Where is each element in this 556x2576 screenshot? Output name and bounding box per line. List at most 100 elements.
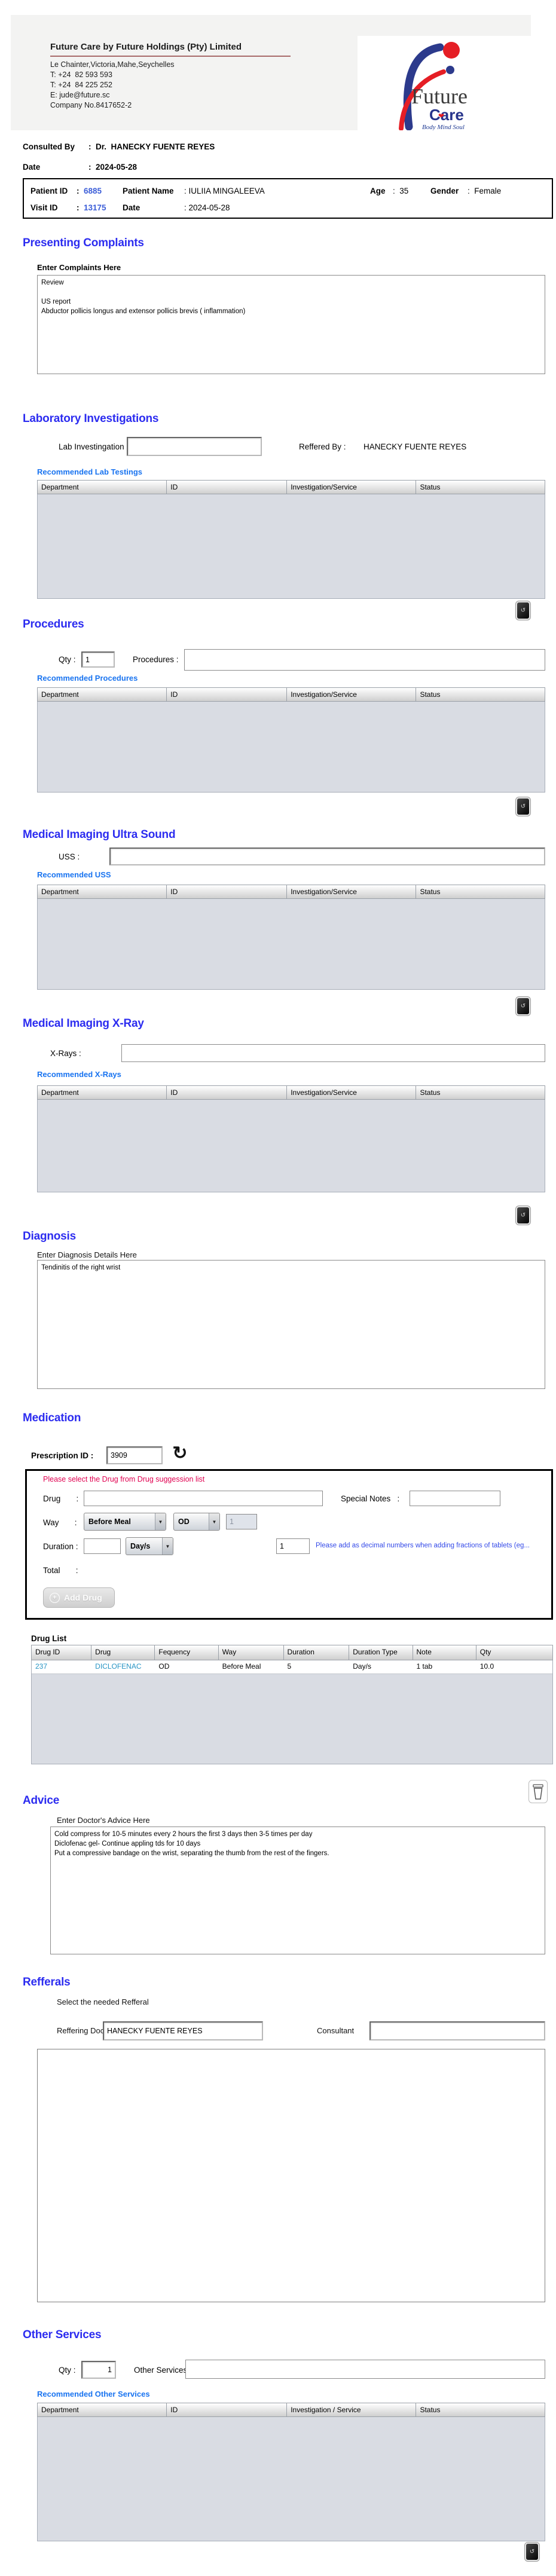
delete-procedures-icon[interactable]: ↺ [515, 797, 531, 816]
col-id: ID [167, 885, 288, 898]
gender-value: : Female [468, 186, 502, 195]
col-investigation: Investigation / Service [287, 2403, 417, 2416]
gender-label: Gender [430, 186, 459, 195]
way-label: Way : [43, 1518, 77, 1527]
title-underline [50, 56, 291, 57]
frequency-select-value: OD [178, 1518, 190, 1526]
add-drug-button[interactable]: + Add Drug [43, 1587, 115, 1608]
consult-date-value: : 2024-05-28 [88, 163, 138, 172]
os-qty-input[interactable] [81, 2361, 116, 2379]
special-notes-input[interactable] [410, 1491, 500, 1506]
advice-textarea[interactable]: Cold compress for 10-5 minutes every 2 h… [50, 1827, 545, 1954]
age-label: Age [370, 186, 386, 195]
os-qty-label: Qty : [59, 2366, 76, 2375]
consult-date-label: Date [23, 163, 41, 172]
trash-glyph: ↺ [520, 1211, 526, 1219]
way-select[interactable]: Before Meal ▼ [84, 1513, 166, 1531]
decimal-note: Please add as decimal numbers when addin… [316, 1542, 530, 1549]
col-id: ID [167, 688, 288, 701]
complaints-textarea[interactable]: Review US report Abductor pollicis longu… [37, 275, 545, 374]
recommended-procedures-link[interactable]: Recommended Procedures [37, 674, 138, 683]
procedures-table-header: Department ID Investigation/Service Stat… [37, 687, 545, 702]
patient-id-label: Patient ID [30, 186, 68, 195]
drug-table-row[interactable]: 237 DICLOFENAC OD Before Meal 5 Day/s 1 … [32, 1660, 552, 1674]
os-label: Other Services : [134, 2366, 192, 2375]
refferal-list-box[interactable] [37, 2049, 545, 2302]
complaints-label: Enter Complaints Here [37, 263, 121, 272]
os-input[interactable] [185, 2360, 545, 2379]
procedures-qty-label: Qty : [59, 655, 76, 664]
cell-drug-id[interactable]: 237 [32, 1660, 91, 1674]
cell-drug[interactable]: DICLOFENAC [91, 1660, 155, 1674]
col-way: Way [219, 1645, 284, 1660]
trash-glyph: ↺ [520, 1002, 526, 1009]
col-department: Department [38, 481, 167, 494]
section-medication: Medication [23, 1412, 81, 1424]
company-email: E: jude@future.sc [50, 91, 110, 99]
reffering-doctor-input[interactable] [103, 2021, 263, 2040]
section-procedures: Procedures [23, 618, 84, 631]
delete-xray-icon[interactable]: ↺ [515, 1206, 531, 1225]
prescription-id-input[interactable] [106, 1446, 163, 1464]
col-duration-type: Duration Type [349, 1645, 413, 1660]
duration-input[interactable] [84, 1538, 121, 1554]
drug-list-title: Drug List [31, 1634, 67, 1643]
uss-label: USS : [59, 852, 80, 861]
col-status: Status [420, 888, 441, 896]
xrays-input[interactable] [121, 1044, 545, 1062]
cell-duration-type: Day/s [353, 1662, 371, 1671]
section-laboratory: Laboratory Investigations [23, 412, 159, 425]
col-note: Note [413, 1645, 476, 1660]
drug-input[interactable] [84, 1491, 323, 1506]
section-presenting-complaints: Presenting Complaints [23, 237, 144, 249]
way-qty-input [226, 1514, 257, 1529]
delete-uss-icon[interactable]: ↺ [515, 996, 531, 1016]
way-select-value: Before Meal [88, 1518, 131, 1526]
recommended-other-services-link[interactable]: Recommended Other Services [37, 2390, 150, 2398]
consultant-input[interactable] [369, 2021, 545, 2040]
procedures-qty-input[interactable] [81, 651, 115, 668]
patient-info-box: Patient ID : 6885 Patient Name : IULIIA … [23, 178, 553, 219]
logo-tagline: Body Mind Soul [422, 124, 465, 130]
col-status: Status [420, 483, 441, 491]
lab-investigation-input[interactable] [127, 437, 262, 456]
frequency-select[interactable]: OD ▼ [173, 1513, 220, 1531]
diagnosis-textarea[interactable]: Tendinitis of the right wrist [37, 1260, 545, 1389]
uss-input[interactable] [109, 848, 545, 865]
os-table-body [37, 2417, 545, 2541]
advice-label: Enter Doctor's Advice Here [57, 1816, 150, 1825]
section-ultrasound: Medical Imaging Ultra Sound [23, 828, 176, 841]
consultant-label: Consultant [317, 2026, 355, 2035]
delete-lab-icon[interactable]: ↺ [515, 601, 531, 620]
heart-icon: ❤ [438, 112, 444, 120]
future-care-logo-icon: Future Care ❤ Body Mind Soul [399, 42, 468, 130]
col-drug: Drug [91, 1645, 155, 1660]
delete-other-services-icon[interactable]: ↺ [524, 2542, 540, 2562]
company-address: Le Chainter,Victoria,Mahe,Seychelles [50, 60, 175, 69]
recommended-lab-testings-link[interactable]: Recommended Lab Testings [37, 467, 142, 476]
recommended-uss-link[interactable]: Recommended USS [37, 870, 111, 879]
procedures-label: Procedures : [133, 655, 179, 664]
age-value: : 35 [393, 186, 409, 195]
dose-input[interactable] [276, 1538, 310, 1554]
company-title: Future Care by Future Holdings (Pty) Lim… [50, 42, 242, 52]
duration-type-select[interactable]: Day/s ▼ [126, 1537, 173, 1555]
chevron-down-icon: ▼ [155, 1513, 166, 1530]
section-advice: Advice [23, 1794, 60, 1807]
col-status: Status [420, 1088, 441, 1097]
refresh-icon[interactable]: ↻ [170, 1444, 190, 1463]
procedures-input[interactable] [184, 649, 545, 671]
add-drug-label: Add Drug [64, 1593, 102, 1602]
refferal-subtitle: Select the needed Refferal [57, 1997, 149, 2006]
visit-id-value: 13175 [84, 203, 106, 212]
visit-date-value: : 2024-05-28 [184, 203, 230, 212]
drug-table-body: 237 DICLOFENAC OD Before Meal 5 Day/s 1 … [31, 1660, 553, 1764]
col-id: ID [167, 481, 288, 494]
col-department: Department [38, 688, 167, 701]
delete-drug-icon[interactable] [528, 1780, 548, 1803]
company-phone1: T: +24 82 593 593 [50, 71, 112, 79]
col-status: Status [420, 2406, 441, 2414]
recommended-xrays-link[interactable]: Recommended X-Rays [37, 1070, 121, 1079]
visit-date-label: Date [123, 203, 140, 212]
patient-id-value: 6885 [84, 186, 102, 195]
